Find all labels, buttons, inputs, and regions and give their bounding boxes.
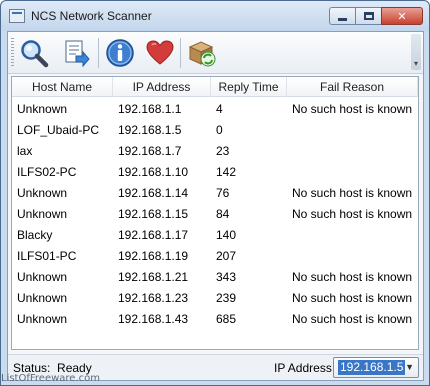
reply-time-cell: 140 (216, 228, 237, 242)
host-name-cell: Unknown (17, 291, 68, 305)
minimize-icon (338, 17, 347, 21)
table-row[interactable]: lax 192.168.1.7 23 (12, 141, 418, 162)
ip-address-cell: 192.168.1.15 (118, 207, 189, 221)
column-header-reply-time[interactable]: Reply Time (211, 77, 287, 97)
ip-address-cell: 192.168.1.1 (118, 102, 182, 116)
table-row[interactable]: Unknown 192.168.1.1 4 No such host is kn… (12, 99, 418, 120)
host-name-cell: Blacky (17, 228, 53, 242)
fail-reason-cell (287, 120, 418, 141)
fail-reason-cell (287, 225, 418, 246)
reply-time-cell: 207 (216, 249, 237, 263)
title-bar[interactable]: NCS Network Scanner ✕ (1, 1, 429, 31)
ip-address-cell: 192.168.1.19 (118, 249, 189, 263)
host-name-cell: Unknown (17, 207, 68, 221)
reply-time-cell: 142 (216, 165, 237, 179)
fail-reason-cell: No such host is known (292, 291, 413, 305)
toolbar: ▾ (8, 32, 423, 74)
about-button[interactable] (104, 37, 136, 69)
column-header-host-name[interactable]: Host Name (12, 77, 113, 97)
ip-address-cell: 192.168.1.10 (118, 165, 189, 179)
ip-address-cell: 192.168.1.7 (118, 144, 182, 158)
toolbar-overflow-button[interactable]: ▾ (411, 34, 421, 70)
package-refresh-icon (188, 41, 216, 67)
minimize-button[interactable] (329, 7, 355, 25)
host-name-cell: Unknown (17, 186, 68, 200)
reply-time-cell: 4 (216, 102, 223, 116)
fail-reason-cell: No such host is known (292, 312, 413, 326)
table-row[interactable]: Unknown 192.168.1.21 343 No such host is… (12, 267, 418, 288)
reply-time-cell: 0 (216, 123, 223, 137)
info-icon (106, 39, 134, 67)
export-document-icon (65, 40, 90, 68)
ip-address-cell: 192.168.1.5 (118, 123, 182, 137)
table-row[interactable]: Unknown 192.168.1.15 84 No such host is … (12, 204, 418, 225)
list-rows: Unknown 192.168.1.1 4 No such host is kn… (12, 99, 418, 330)
watermark-text: ListOfFreeware.com (1, 373, 100, 384)
host-name-cell: ILFS02-PC (17, 165, 77, 179)
magnifier-icon (21, 40, 49, 68)
maximize-icon (363, 12, 374, 20)
app-window: NCS Network Scanner ✕ ▾ Host Name IP Add… (0, 0, 430, 386)
update-button[interactable] (186, 37, 218, 69)
reply-time-cell: 239 (216, 291, 237, 305)
table-row[interactable]: ILFS01-PC 192.168.1.19 207 (12, 246, 418, 267)
host-name-cell: LOF_Ubaid-PC (17, 123, 100, 137)
fail-reason-cell (287, 246, 418, 267)
maximize-button[interactable] (355, 7, 381, 25)
reply-time-cell: 343 (216, 270, 237, 284)
ip-address-cell: 192.168.1.23 (118, 291, 189, 305)
client-area: ▾ Host Name IP Address Reply Time Fail R… (7, 31, 424, 381)
chevron-down-icon: ▼ (405, 362, 414, 372)
window-controls: ✕ (329, 7, 423, 25)
table-row[interactable]: Unknown 192.168.1.43 685 No such host is… (12, 309, 418, 330)
ip-address-label: IP Address: (274, 361, 336, 375)
column-header-fail-reason[interactable]: Fail Reason (287, 77, 418, 97)
toolbar-separator (98, 38, 99, 68)
fail-reason-cell: No such host is known (292, 270, 413, 284)
ip-address-select[interactable]: 192.168.1.5 ▼ (333, 357, 419, 378)
ip-address-cell: 192.168.1.14 (118, 186, 189, 200)
list-header: Host Name IP Address Reply Time Fail Rea… (12, 77, 418, 97)
reply-time-cell: 76 (216, 186, 230, 200)
close-button[interactable]: ✕ (381, 7, 423, 25)
scan-button[interactable] (18, 37, 50, 69)
heart-icon (146, 40, 174, 65)
toolbar-grip[interactable] (11, 38, 14, 68)
host-name-cell: Unknown (17, 102, 68, 116)
table-row[interactable]: ILFS02-PC 192.168.1.10 142 (12, 162, 418, 183)
toolbar-separator (180, 38, 181, 68)
hosts-list[interactable]: Host Name IP Address Reply Time Fail Rea… (11, 76, 419, 350)
favorite-button[interactable] (144, 37, 176, 69)
reply-time-cell: 685 (216, 312, 237, 326)
fail-reason-cell (287, 162, 418, 183)
export-button[interactable] (60, 37, 92, 69)
fail-reason-cell: No such host is known (292, 207, 413, 221)
fail-reason-cell: No such host is known (292, 102, 413, 116)
app-icon (9, 9, 25, 23)
host-name-cell: Unknown (17, 270, 68, 284)
host-name-cell: Unknown (17, 312, 68, 326)
table-row[interactable]: Unknown 192.168.1.23 239 No such host is… (12, 288, 418, 309)
host-name-cell: ILFS01-PC (17, 249, 77, 263)
ip-address-cell: 192.168.1.43 (118, 312, 189, 326)
table-row[interactable]: LOF_Ubaid-PC 192.168.1.5 0 (12, 120, 418, 141)
table-row[interactable]: Blacky 192.168.1.17 140 (12, 225, 418, 246)
reply-time-cell: 23 (216, 144, 230, 158)
fail-reason-cell (287, 141, 418, 162)
table-row[interactable]: Unknown 192.168.1.14 76 No such host is … (12, 183, 418, 204)
close-icon: ✕ (397, 10, 407, 23)
ip-address-cell: 192.168.1.21 (118, 270, 189, 284)
window-title: NCS Network Scanner (31, 9, 152, 23)
fail-reason-cell: No such host is known (292, 186, 413, 200)
column-header-ip-address[interactable]: IP Address (113, 77, 211, 97)
ip-address-cell: 192.168.1.17 (118, 228, 189, 242)
ip-address-selected-value: 192.168.1.5 (338, 360, 406, 375)
host-name-cell: lax (17, 144, 33, 158)
reply-time-cell: 84 (216, 207, 230, 221)
